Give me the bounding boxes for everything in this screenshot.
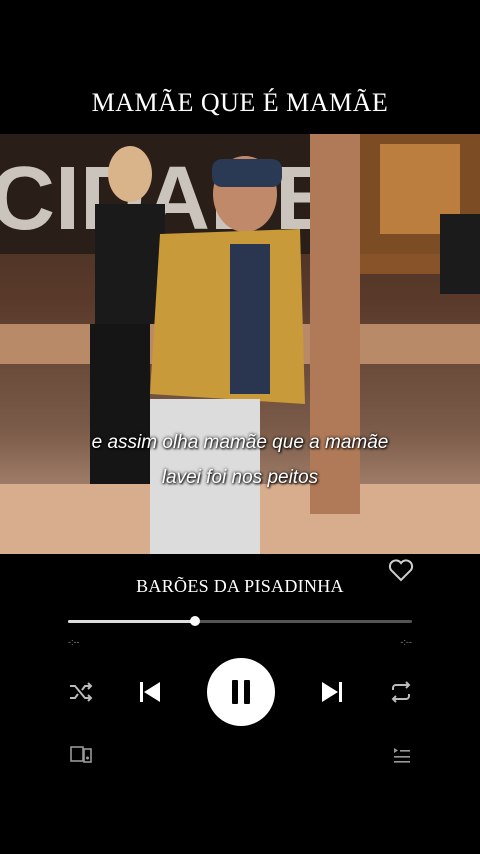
queue-icon[interactable] xyxy=(392,745,412,765)
pause-icon xyxy=(232,680,250,704)
next-icon[interactable] xyxy=(320,680,344,704)
concert-image: CIDADE xyxy=(0,134,480,554)
progress-knob[interactable] xyxy=(190,616,201,626)
lyrics-line-2: lavei foi nos peitos xyxy=(161,467,319,488)
lyrics-line-1: e assim olha mamãe que a mamãe xyxy=(91,432,389,453)
shuffle-icon[interactable] xyxy=(68,680,94,704)
repeat-icon[interactable] xyxy=(388,680,414,704)
devices-icon[interactable] xyxy=(70,745,92,765)
remaining-time: -:-- xyxy=(400,637,413,647)
previous-icon[interactable] xyxy=(138,680,162,704)
pause-button[interactable] xyxy=(207,658,275,726)
page-title: MAMÃE QUE É MAMÃE xyxy=(91,88,389,117)
video-frame[interactable]: CIDADE e assim olha mamãe que a mamãe la… xyxy=(0,134,480,554)
progress-bar[interactable] xyxy=(68,616,412,626)
progress-fill xyxy=(68,620,196,623)
elapsed-time: -:-- xyxy=(68,637,80,647)
heart-icon[interactable] xyxy=(388,558,414,582)
